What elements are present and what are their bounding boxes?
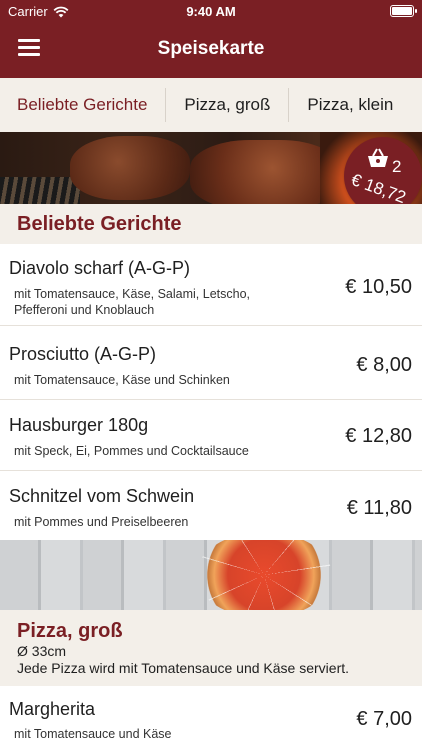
section-size: Ø 33cm [17,643,67,659]
section-note: Jede Pizza wird mit Tomatensauce und Käs… [17,660,350,676]
item-description: mit Pommes und Preiselbeeren [14,515,189,529]
item-name: Prosciutto (A-G-P) [9,344,157,364]
item-description: mit Tomatensauce und Käse [14,727,172,741]
page-title: Speisekarte [157,38,265,59]
tab-pizza-gross[interactable]: Pizza, groß [166,88,290,122]
tab-pizza-klein[interactable]: Pizza, klein [289,88,411,122]
pizza-banner-image [0,540,422,610]
item-price: € 10,50 [345,276,412,298]
menu-item[interactable]: Margherita mit Tomatensauce und Käse € 7… [0,686,422,750]
tab-beliebte-gerichte[interactable]: Beliebte Gerichte [0,88,167,122]
item-name: Hausburger 180g [9,415,149,435]
item-description: mit Tomatensauce, Käse und Schinken [14,373,230,387]
battery-icon [390,5,417,17]
section-title: Beliebte Gerichte [17,213,182,235]
menu-item[interactable]: Diavolo scharf (A-G-P) mit Tomatensauce,… [0,244,422,326]
menu-item[interactable]: Prosciutto (A-G-P) mit Tomatensauce, Käs… [0,326,422,400]
section-header-beliebte-gerichte: Beliebte Gerichte [0,204,422,244]
menu-item[interactable]: Schnitzel vom Schwein mit Pommes und Pre… [0,471,422,540]
item-price: € 7,00 [356,708,412,730]
status-time: 9:40 AM [186,4,236,19]
item-price: € 12,80 [345,425,412,447]
menu-item[interactable]: Hausburger 180g mit Speck, Ei, Pommes un… [0,400,422,471]
item-price: € 8,00 [356,354,412,376]
item-description: mit Speck, Ei, Pommes und Cocktailsauce [14,444,249,458]
category-tabs: Beliebte Gerichte Pizza, groß Pizza, kle… [0,78,422,132]
section-header-pizza-gross: Pizza, groß Ø 33cm Jede Pizza wird mit T… [0,610,422,686]
item-name: Diavolo scharf (A-G-P) [9,258,191,278]
section-title: Pizza, groß [17,620,123,642]
item-name: Schnitzel vom Schwein [9,486,195,506]
item-name: Margherita [9,699,96,719]
app-header: Carrier 9:40 AM Speisekarte [0,0,422,78]
status-bar: Carrier 9:40 AM [0,0,422,24]
item-description: mit Tomatensauce, Käse, Salami, Letscho,… [14,287,250,317]
cart-item-count: 2 [392,157,402,176]
shopping-basket-icon [368,148,388,167]
item-price: € 11,80 [346,497,412,519]
